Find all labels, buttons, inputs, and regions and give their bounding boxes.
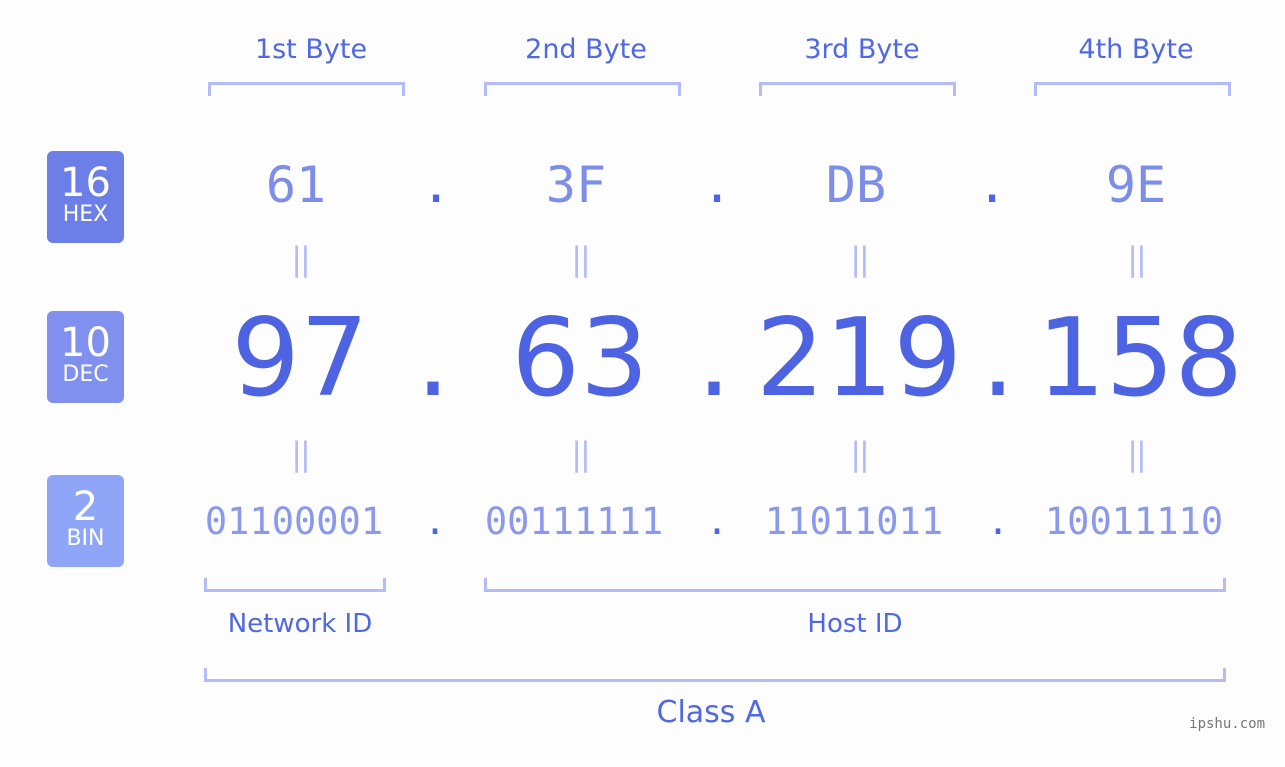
hex-base: 16 bbox=[60, 160, 111, 206]
dec-value-2: 63 bbox=[511, 296, 649, 421]
host-id-bracket bbox=[484, 578, 1226, 592]
hex-dot-3: . bbox=[976, 156, 1008, 214]
byte-bracket-3 bbox=[759, 82, 956, 96]
equals-sign: || bbox=[291, 435, 311, 473]
byte-label-1: 1st Byte bbox=[254, 34, 368, 65]
hex-value-3: DB bbox=[825, 156, 887, 214]
hex-value-2: 3F bbox=[545, 156, 607, 214]
bin-base: 2 bbox=[72, 484, 99, 530]
byte-bracket-2 bbox=[484, 82, 681, 96]
bin-dot-3: . bbox=[986, 500, 1010, 543]
dec-label: DEC bbox=[62, 362, 109, 387]
bin-value-2: 00111111 bbox=[484, 500, 664, 543]
class-bracket bbox=[204, 668, 1226, 682]
dec-value-4: 158 bbox=[1036, 296, 1244, 421]
dec-badge: 10 DEC bbox=[47, 311, 124, 403]
bin-value-3: 11011011 bbox=[764, 500, 944, 543]
hex-dot-2: . bbox=[701, 156, 733, 214]
bin-dot-1: . bbox=[423, 500, 447, 543]
bin-label: BIN bbox=[66, 526, 105, 551]
network-id-bracket bbox=[204, 578, 386, 592]
bin-badge: 2 BIN bbox=[47, 475, 124, 567]
byte-bracket-4 bbox=[1034, 82, 1231, 96]
equals-sign: || bbox=[1127, 240, 1147, 278]
dec-value-3: 219 bbox=[755, 296, 963, 421]
hex-badge: 16 HEX bbox=[47, 151, 124, 243]
ip-class-label: Class A bbox=[656, 695, 766, 730]
hex-value-1: 61 bbox=[265, 156, 327, 214]
equals-sign: || bbox=[291, 240, 311, 278]
equals-sign: || bbox=[850, 435, 870, 473]
equals-sign: || bbox=[571, 240, 591, 278]
watermark: ipshu.com bbox=[1189, 716, 1265, 732]
dec-dot-2: . bbox=[696, 296, 732, 421]
hex-dot-1: . bbox=[420, 156, 452, 214]
bin-value-1: 01100001 bbox=[204, 500, 384, 543]
equals-sign: || bbox=[1127, 435, 1147, 473]
bin-value-4: 10011110 bbox=[1044, 500, 1224, 543]
hex-label: HEX bbox=[62, 202, 109, 227]
bin-dot-2: . bbox=[705, 500, 729, 543]
dec-value-1: 97 bbox=[231, 296, 369, 421]
equals-sign: || bbox=[571, 435, 591, 473]
network-id-label: Network ID bbox=[227, 609, 373, 639]
dec-dot-1: . bbox=[415, 296, 451, 421]
dec-dot-3: . bbox=[980, 296, 1016, 421]
equals-sign: || bbox=[850, 240, 870, 278]
byte-label-4: 4th Byte bbox=[1078, 34, 1194, 65]
host-id-label: Host ID bbox=[807, 609, 903, 639]
byte-label-2: 2nd Byte bbox=[525, 34, 647, 65]
hex-value-4: 9E bbox=[1105, 156, 1167, 214]
byte-bracket-1 bbox=[208, 82, 405, 96]
byte-label-3: 3rd Byte bbox=[804, 34, 920, 65]
dec-base: 10 bbox=[60, 320, 111, 366]
